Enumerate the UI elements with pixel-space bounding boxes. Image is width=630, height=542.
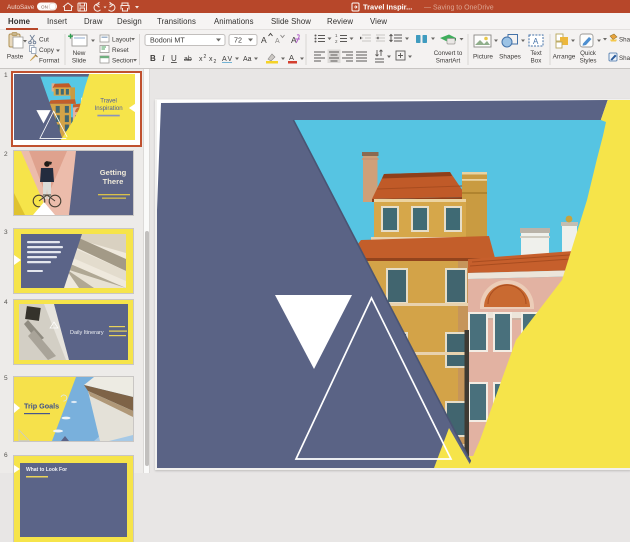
svg-text:Convert to: Convert to bbox=[434, 50, 463, 57]
svg-text:I: I bbox=[161, 54, 165, 63]
svg-text:Styles: Styles bbox=[580, 58, 597, 65]
svg-text:2: 2 bbox=[214, 59, 217, 65]
svg-text:2: 2 bbox=[204, 54, 207, 60]
svg-text:Picture: Picture bbox=[473, 54, 493, 61]
svg-text:Inspiration: Inspiration bbox=[95, 105, 124, 112]
svg-text:A: A bbox=[222, 56, 227, 63]
svg-text:Shap: Shap bbox=[619, 55, 630, 62]
svg-text:A: A bbox=[261, 35, 267, 45]
svg-text:U: U bbox=[171, 54, 177, 63]
svg-text:Cut: Cut bbox=[39, 37, 49, 44]
svg-text:Daily Itinerary: Daily Itinerary bbox=[70, 330, 104, 336]
svg-text:Shapes: Shapes bbox=[499, 54, 521, 61]
svg-text:Section: Section bbox=[112, 58, 134, 65]
svg-text:A: A bbox=[275, 38, 280, 45]
svg-text:ON: ON bbox=[41, 5, 48, 10]
svg-text:Text: Text bbox=[530, 50, 542, 57]
svg-text:B: B bbox=[150, 54, 156, 63]
svg-text:Getting: Getting bbox=[100, 168, 127, 177]
svg-text:Aa: Aa bbox=[243, 56, 252, 63]
svg-text:x: x bbox=[199, 56, 203, 63]
svg-text:New: New bbox=[73, 50, 86, 57]
svg-text:— Saving to OneDrive: — Saving to OneDrive bbox=[424, 5, 494, 12]
svg-text:V: V bbox=[228, 56, 233, 63]
svg-text:There: There bbox=[103, 177, 124, 186]
svg-text:Paste: Paste bbox=[7, 54, 24, 61]
svg-text:Arrange: Arrange bbox=[553, 54, 576, 61]
svg-text:Copy: Copy bbox=[39, 47, 55, 54]
svg-text:Quick: Quick bbox=[580, 50, 597, 57]
svg-text:ab: ab bbox=[184, 56, 192, 63]
svg-text:Trip Goals: Trip Goals bbox=[24, 402, 59, 411]
svg-text:Box: Box bbox=[531, 58, 543, 65]
svg-text:Layout: Layout bbox=[112, 37, 131, 44]
svg-text:72: 72 bbox=[234, 36, 242, 45]
svg-text:SmartArt: SmartArt bbox=[436, 58, 461, 65]
svg-text:2: 2 bbox=[335, 39, 338, 44]
svg-text:Bodoni MT: Bodoni MT bbox=[150, 36, 185, 45]
svg-text:Format: Format bbox=[39, 58, 59, 65]
svg-text:AutoSave: AutoSave bbox=[7, 4, 35, 11]
svg-text:Travel Inspir...: Travel Inspir... bbox=[363, 3, 412, 12]
svg-text:x: x bbox=[209, 56, 213, 63]
svg-text:What to Look For: What to Look For bbox=[26, 467, 67, 473]
svg-text:1: 1 bbox=[335, 33, 338, 38]
svg-text:Reset: Reset bbox=[112, 47, 129, 54]
svg-text:Shap: Shap bbox=[619, 37, 630, 44]
svg-text:Slide: Slide bbox=[72, 58, 87, 65]
svg-text:A: A bbox=[291, 35, 297, 45]
svg-text:A: A bbox=[533, 37, 539, 46]
svg-text:Travel: Travel bbox=[100, 97, 117, 104]
svg-text:A: A bbox=[289, 53, 294, 62]
